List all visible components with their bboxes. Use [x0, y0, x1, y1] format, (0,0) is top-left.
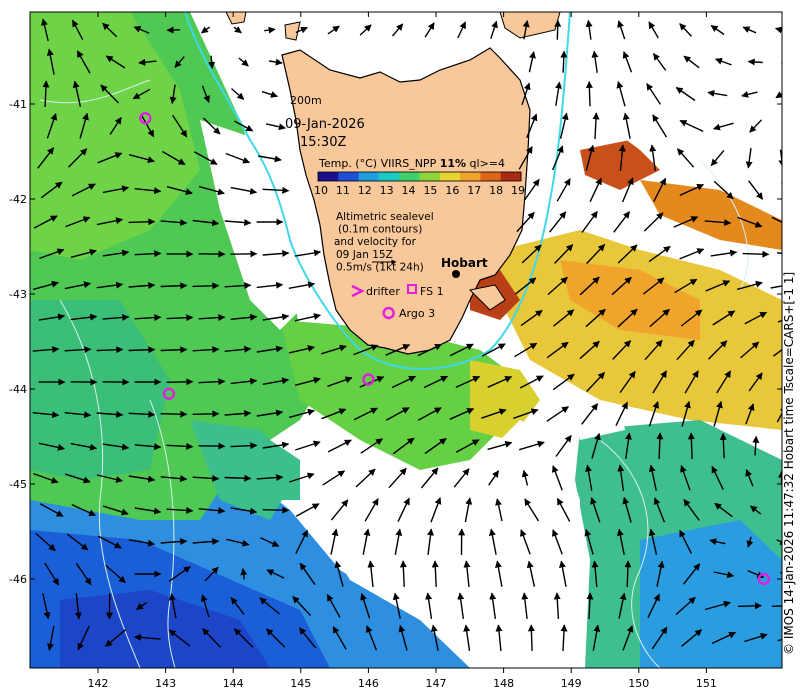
x-tick-label: 145: [290, 677, 311, 690]
velocity-arrow: [781, 182, 782, 185]
colorbar-swatch: [460, 172, 481, 181]
velocity-arrow: [687, 432, 695, 460]
y-tick-label: -43: [9, 288, 27, 301]
colorbar-swatch: [500, 172, 522, 181]
velocity-arrow: [742, 250, 770, 258]
legend-fs: FS 1: [420, 285, 444, 298]
colorbar-tick: 16: [445, 184, 459, 197]
colorbar-tick: 15: [423, 184, 437, 197]
depth-label: 200m: [290, 94, 322, 107]
y-tick-label: -46: [9, 573, 27, 586]
legend-drifter: drifter: [366, 285, 400, 298]
velocity-arrow: [560, 50, 568, 73]
velocity-arrow: [527, 624, 535, 652]
colorbar-tick: 14: [402, 184, 416, 197]
colorbar-tick: 17: [467, 184, 481, 197]
x-tick-label: 147: [426, 677, 447, 690]
x-tick-label: 148: [493, 677, 514, 690]
velocity-arrow: [780, 58, 782, 66]
y-tick-label: -45: [9, 478, 27, 491]
colorbar-tick: 11: [336, 184, 350, 197]
colorbar-tick: 10: [314, 184, 328, 197]
x-tick-label: 146: [358, 677, 379, 690]
velocity-arrow: [585, 80, 593, 107]
colorbar-swatch: [480, 172, 502, 181]
colorbar-tick: 13: [380, 184, 394, 197]
altimetry-note-line: 09 Jan 15Z: [336, 249, 393, 261]
velocity-arrow: [128, 218, 156, 226]
velocity-arrow: [224, 474, 252, 482]
velocity-arrow: [656, 432, 664, 460]
altimetry-note-line: Altimetric sealevel: [336, 211, 434, 223]
colorbar-tick: 18: [489, 184, 503, 197]
colorbar-title: Temp. (°C) VIIRS_NPP 11% ql>=4: [318, 157, 505, 170]
side-caption: © IMOS 14-Jan-2026 11:47:32 Hobart time …: [782, 272, 796, 655]
sst-map: 200m 09-Jan-2026 15:30Z Temp. (°C) VIIRS…: [9, 11, 796, 690]
colorbar-tick: 12: [358, 184, 372, 197]
colorbar-tick: 19: [511, 184, 525, 197]
map-date: 09-Jan-2026: [285, 117, 365, 132]
colorbar-swatch: [378, 172, 400, 181]
x-tick-label: 144: [223, 677, 244, 690]
colorbar-swatch: [318, 172, 339, 181]
altimetry-note-line: (0.1m contours): [338, 224, 422, 236]
velocity-arrow: [747, 58, 763, 66]
y-tick-label: -41: [9, 98, 27, 111]
altimetry-note-line: and velocity for: [334, 236, 417, 248]
velocity-arrow: [166, 378, 194, 386]
colorbar-swatch: [399, 172, 420, 181]
colorbar-swatch: [419, 172, 441, 181]
colorbar-swatch: [439, 172, 461, 181]
x-tick-label: 150: [628, 677, 649, 690]
velocity-arrow: [192, 410, 220, 418]
velocity-arrow: [554, 19, 562, 40]
legend-argo: Argo 3: [399, 307, 435, 320]
y-tick-label: -44: [9, 383, 27, 396]
velocity-arrow: [262, 506, 290, 514]
map-time: 15:30Z: [300, 135, 346, 150]
x-tick-label: 143: [155, 677, 176, 690]
altimetry-note-line: 0.5m/s (1kt 24h): [336, 261, 424, 273]
velocity-arrow: [737, 602, 762, 610]
velocity-arrow: [785, 119, 791, 132]
velocity-arrow: [192, 282, 220, 290]
velocity-arrow: [160, 282, 188, 290]
velocity-arrow: [160, 346, 188, 354]
velocity-arrow: [160, 410, 188, 418]
city-hobart: Hobart: [441, 256, 488, 270]
colorbar-swatch: [358, 172, 380, 181]
y-tick-label: -42: [9, 193, 27, 206]
x-tick-label: 142: [88, 677, 109, 690]
colorbar-swatch: [338, 172, 360, 181]
velocity-arrow: [624, 560, 632, 588]
velocity-arrow: [128, 346, 156, 354]
x-tick-label: 149: [561, 677, 582, 690]
hobart-marker: [452, 270, 460, 278]
x-tick-label: 151: [696, 677, 717, 690]
